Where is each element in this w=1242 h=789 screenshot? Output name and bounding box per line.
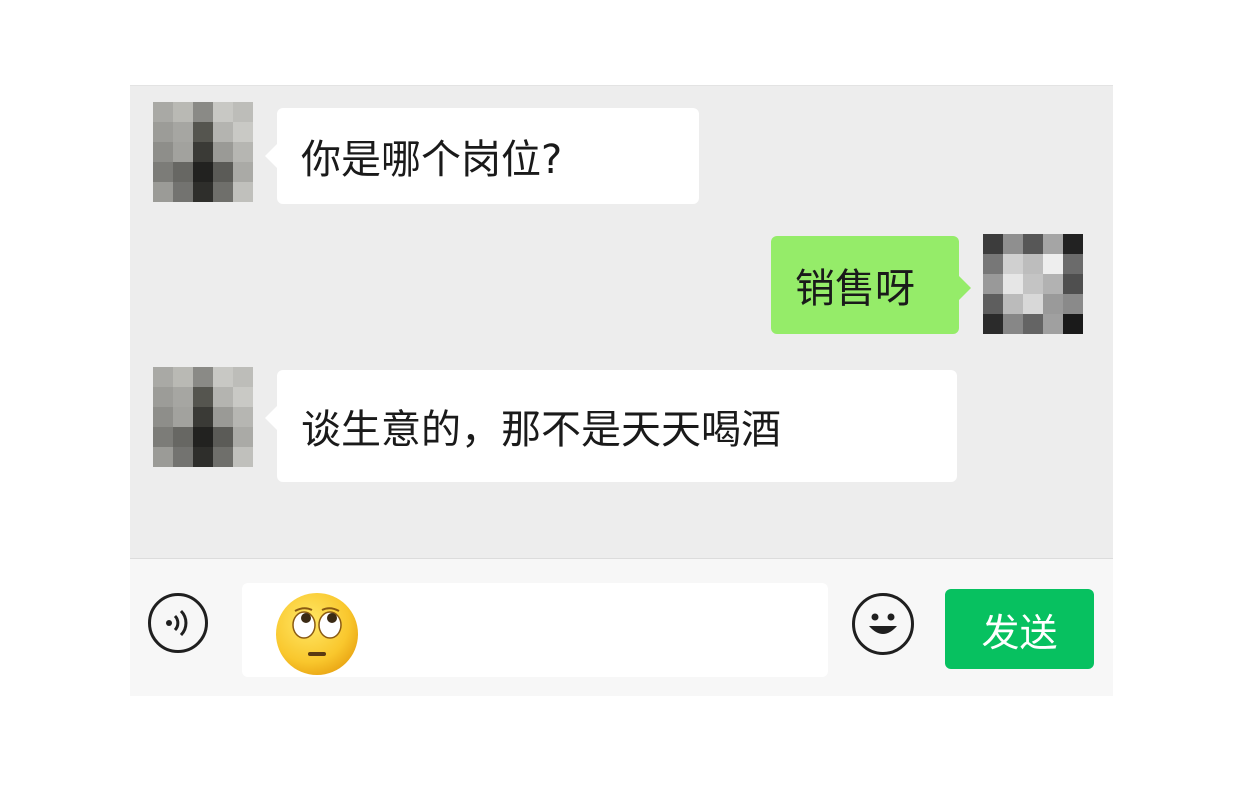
face-with-rolling-eyes-icon (276, 593, 358, 675)
message-list[interactable]: 你是哪个岗位? 销售呀 谈生意的，那不是天天喝酒 (130, 86, 1113, 558)
my-avatar[interactable] (983, 234, 1083, 334)
message-bubble-incoming[interactable]: 你是哪个岗位? (265, 108, 699, 204)
contact-avatar[interactable] (153, 102, 253, 202)
contact-avatar[interactable] (153, 367, 253, 467)
smiley-icon[interactable] (852, 593, 914, 655)
voice-icon[interactable] (148, 593, 208, 653)
message-bubble-incoming[interactable]: 谈生意的，那不是天天喝酒 (265, 370, 957, 482)
input-bar: 发送 (130, 558, 1113, 696)
message-bubble-outgoing[interactable]: 销售呀 (771, 236, 971, 334)
send-button[interactable]: 发送 (945, 589, 1094, 669)
chat-window: 你是哪个岗位? 销售呀 谈生意的，那不是天天喝酒 发送 (130, 85, 1113, 696)
message-input[interactable] (242, 583, 828, 677)
